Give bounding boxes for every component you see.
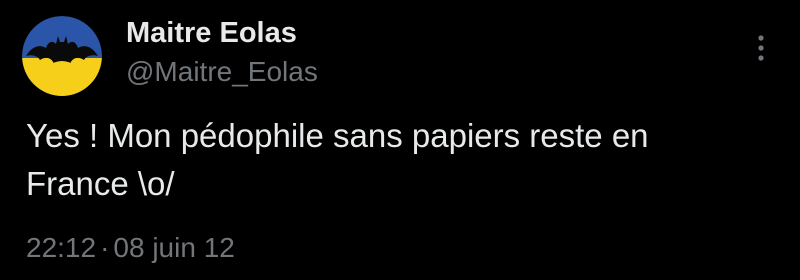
meta-separator: · (100, 232, 110, 263)
tweet-date[interactable]: 08 juin 12 (113, 232, 234, 263)
more-vertical-icon (758, 35, 764, 61)
bat-logo-avatar-icon (22, 16, 102, 96)
author-block: Maitre Eolas @Maitre_Eolas (126, 14, 318, 90)
more-options-button[interactable] (745, 28, 777, 68)
tweet-text-line-2: France \o/ (26, 165, 175, 202)
author-display-name[interactable]: Maitre Eolas (126, 14, 318, 52)
tweet-timestamp: 22:12 · 08 juin 12 (26, 228, 235, 268)
tweet-text: Yes ! Mon pédophile sans papiers reste e… (26, 112, 766, 208)
author-handle[interactable]: @Maitre_Eolas (126, 54, 318, 90)
tweet-time[interactable]: 22:12 (26, 232, 96, 263)
avatar[interactable] (22, 16, 102, 96)
tweet-text-line-1: Yes ! Mon pédophile sans papiers reste e… (26, 117, 649, 154)
tweet-card: Maitre Eolas @Maitre_Eolas Yes ! Mon péd… (0, 0, 800, 280)
